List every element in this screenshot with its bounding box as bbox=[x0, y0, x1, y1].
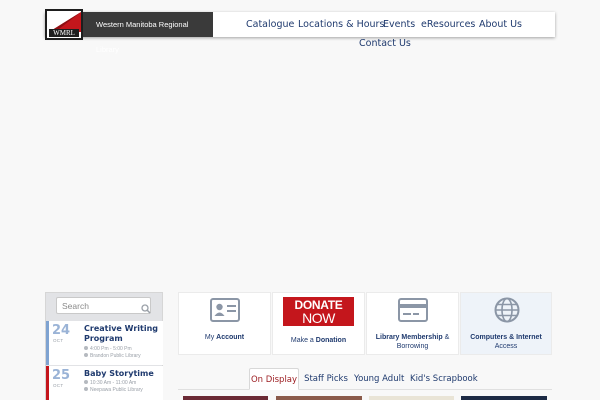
tab-on-display[interactable]: On Display bbox=[249, 368, 299, 390]
nav-contact-us[interactable]: Contact Us bbox=[359, 37, 411, 50]
book-cover-thumbnail[interactable] bbox=[183, 396, 268, 400]
tile-label: Library Membership & Borrowing bbox=[375, 334, 450, 350]
library-card-icon bbox=[398, 298, 428, 322]
event-item[interactable]: 24 OCT Creative Writing Program 4:00 Pm … bbox=[46, 321, 163, 365]
id-card-icon bbox=[210, 298, 240, 322]
site-name[interactable]: Western Manitoba Regional Library bbox=[83, 12, 213, 54]
tile-my-account[interactable]: My Account bbox=[178, 292, 271, 355]
event-item[interactable]: 25 OCT Baby Storytime 10:30 Am - 11:00 A… bbox=[46, 366, 163, 400]
book-cover-thumbnail[interactable] bbox=[276, 396, 362, 400]
nav-about-us[interactable]: About Us bbox=[479, 18, 522, 31]
clock-icon bbox=[84, 380, 88, 384]
tab-staff-picks[interactable]: Staff Picks bbox=[303, 368, 349, 390]
nav-events[interactable]: Events bbox=[383, 18, 415, 31]
tile-label: My Account bbox=[204, 334, 245, 341]
donate-now-badge[interactable]: DONATE NOW bbox=[283, 297, 354, 326]
map-pin-icon bbox=[84, 387, 88, 391]
event-title[interactable]: Baby Storytime bbox=[84, 369, 160, 379]
event-accent-bar bbox=[46, 366, 49, 400]
tile-label: Computers & Internet Access bbox=[470, 334, 542, 350]
search-input[interactable] bbox=[62, 299, 132, 312]
tab-kids-scrapbook[interactable]: Kid's Scrapbook bbox=[410, 368, 478, 390]
globe-icon bbox=[494, 297, 520, 323]
map-pin-icon bbox=[84, 353, 88, 357]
nav-eresources[interactable]: eResources bbox=[421, 18, 475, 31]
clock-icon bbox=[84, 346, 88, 350]
book-cover-thumbnail[interactable] bbox=[369, 396, 454, 400]
event-month: OCT bbox=[53, 383, 64, 388]
event-time: 10:30 Am - 11:00 Am bbox=[84, 380, 136, 386]
event-location: Brandon Public Library bbox=[84, 353, 141, 359]
tile-computers-internet[interactable]: Computers & Internet Access bbox=[460, 292, 552, 355]
event-location: Neepawa Public Library bbox=[84, 387, 143, 393]
tile-label: Make a Donation bbox=[290, 337, 347, 344]
wmrl-logo[interactable]: WMRL bbox=[45, 9, 83, 40]
nav-catalogue[interactable]: Catalogue bbox=[246, 18, 294, 31]
event-day: 25 bbox=[52, 368, 71, 383]
event-title[interactable]: Creative Writing Program bbox=[84, 324, 160, 344]
event-time: 4:00 Pm - 5:00 Pm bbox=[84, 346, 132, 352]
book-cover-thumbnail[interactable] bbox=[461, 396, 547, 400]
search-icon[interactable] bbox=[141, 301, 151, 319]
event-accent-bar bbox=[46, 321, 49, 365]
search-box bbox=[56, 297, 151, 314]
event-day: 24 bbox=[52, 323, 71, 338]
tab-young-adult[interactable]: Young Adult bbox=[354, 368, 404, 390]
nav-locations-hours[interactable]: Locations & Hours bbox=[298, 18, 384, 31]
tile-library-membership[interactable]: Library Membership & Borrowing bbox=[366, 292, 459, 355]
logo-text: WMRL bbox=[49, 29, 79, 37]
event-month: OCT bbox=[53, 338, 64, 343]
